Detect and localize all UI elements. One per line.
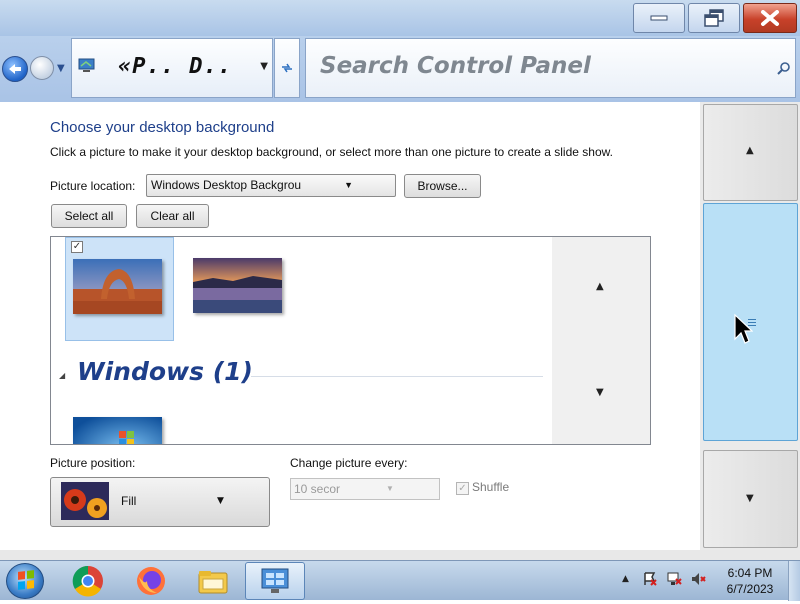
action-center-icon[interactable] bbox=[642, 571, 658, 587]
search-input[interactable]: Search Control Panel bbox=[320, 53, 591, 79]
page-description: Click a picture to make it your desktop … bbox=[50, 145, 613, 159]
select-all-button[interactable]: Select all bbox=[51, 204, 127, 228]
back-button[interactable] bbox=[2, 56, 28, 82]
chevron-down-icon: ▼ bbox=[217, 496, 224, 506]
search-box[interactable]: Search Control Panel bbox=[305, 38, 796, 98]
taskbar: ▲ 6:04 PM 6/7/2023 bbox=[0, 560, 800, 601]
content-pane: Choose your desktop background Click a p… bbox=[0, 102, 700, 550]
change-picture-interval-value: 10 secor bbox=[294, 482, 341, 496]
lake-sunset-thumbnail[interactable] bbox=[193, 258, 282, 313]
group-divider bbox=[251, 376, 543, 377]
search-icon[interactable] bbox=[777, 61, 791, 75]
address-bar[interactable]: «P.. D.. ▼ bbox=[71, 38, 273, 98]
clock-date: 6/7/2023 bbox=[726, 582, 774, 596]
taskbar-clock[interactable]: 6:04 PM 6/7/2023 bbox=[718, 565, 782, 597]
network-icon[interactable] bbox=[666, 571, 682, 587]
change-picture-label: Change picture every: bbox=[290, 456, 408, 470]
scroll-up-icon: ▲ bbox=[746, 145, 754, 156]
forward-button[interactable] bbox=[30, 56, 54, 80]
address-path: «P.. D.. bbox=[118, 54, 232, 79]
browse-button[interactable]: Browse... bbox=[404, 174, 481, 198]
flower-position-thumbnail bbox=[61, 482, 109, 520]
clear-all-button[interactable]: Clear all bbox=[136, 204, 209, 228]
scroll-down-icon[interactable]: ▼ bbox=[596, 387, 604, 398]
minimize-icon bbox=[650, 15, 668, 21]
refresh-button[interactable] bbox=[274, 38, 300, 98]
scroll-up-button[interactable]: ▲ bbox=[703, 104, 798, 201]
picture-gallery: ✓ ◢ Windows (1) ▲ ▼ bbox=[50, 236, 651, 445]
window-bottom-border bbox=[0, 550, 800, 560]
picture-location-value: Windows Desktop Backgrou bbox=[151, 178, 302, 192]
page-title: Choose your desktop background bbox=[50, 119, 275, 136]
minimize-button[interactable] bbox=[633, 3, 685, 33]
restore-button[interactable] bbox=[688, 3, 740, 33]
picture-location-dropdown[interactable]: Windows Desktop Backgrou ▼ bbox=[146, 174, 396, 197]
group-collapse-icon[interactable]: ◢ bbox=[59, 371, 65, 380]
recent-pages-dropdown[interactable]: ▼ bbox=[57, 63, 65, 74]
picture-position-value: Fill bbox=[121, 494, 137, 508]
picture-item-selected[interactable]: ✓ bbox=[65, 237, 174, 341]
volume-muted-icon[interactable] bbox=[690, 571, 706, 587]
show-hidden-icons-icon[interactable]: ▲ bbox=[622, 574, 629, 584]
picture-position-label: Picture position: bbox=[50, 456, 136, 470]
windows-logo-thumbnail[interactable] bbox=[73, 417, 162, 445]
close-button[interactable] bbox=[743, 3, 797, 33]
scroll-up-icon[interactable]: ▲ bbox=[596, 281, 604, 292]
file-explorer-icon[interactable] bbox=[197, 565, 229, 597]
title-bar bbox=[0, 0, 800, 36]
change-picture-interval-dropdown: 10 secor ▼ bbox=[290, 478, 440, 500]
firefox-icon[interactable] bbox=[135, 565, 167, 597]
mouse-cursor-icon bbox=[734, 313, 753, 344]
picture-location-label: Picture location: bbox=[50, 179, 136, 193]
control-panel-icon bbox=[78, 58, 95, 72]
picture-checkbox[interactable]: ✓ bbox=[71, 241, 83, 253]
scroll-down-icon: ▼ bbox=[746, 493, 754, 504]
address-dropdown-icon[interactable]: ▼ bbox=[260, 61, 268, 72]
start-button[interactable] bbox=[6, 563, 44, 599]
restore-icon bbox=[704, 9, 724, 27]
close-icon bbox=[761, 10, 779, 26]
clock-time: 6:04 PM bbox=[727, 566, 773, 580]
group-header-windows[interactable]: Windows (1) bbox=[77, 357, 253, 386]
shuffle-checkbox: ✓ bbox=[456, 482, 469, 495]
chrome-icon[interactable] bbox=[72, 565, 104, 597]
show-desktop-button[interactable] bbox=[788, 561, 800, 601]
chevron-down-icon: ▼ bbox=[344, 180, 353, 190]
arch-landscape-thumbnail bbox=[73, 259, 162, 314]
picture-position-dropdown[interactable]: Fill ▼ bbox=[50, 477, 270, 527]
chevron-down-icon: ▼ bbox=[386, 484, 394, 493]
taskbar-item-control-panel[interactable] bbox=[245, 562, 305, 600]
gallery-scrollbar[interactable]: ▲ ▼ bbox=[552, 237, 650, 444]
refresh-icon bbox=[282, 63, 292, 73]
windows-start-icon bbox=[18, 570, 34, 590]
control-panel-icon bbox=[261, 568, 289, 593]
back-arrow-icon bbox=[9, 64, 21, 74]
scroll-down-button[interactable]: ▼ bbox=[703, 450, 798, 548]
shuffle-label: Shuffle bbox=[472, 480, 510, 494]
